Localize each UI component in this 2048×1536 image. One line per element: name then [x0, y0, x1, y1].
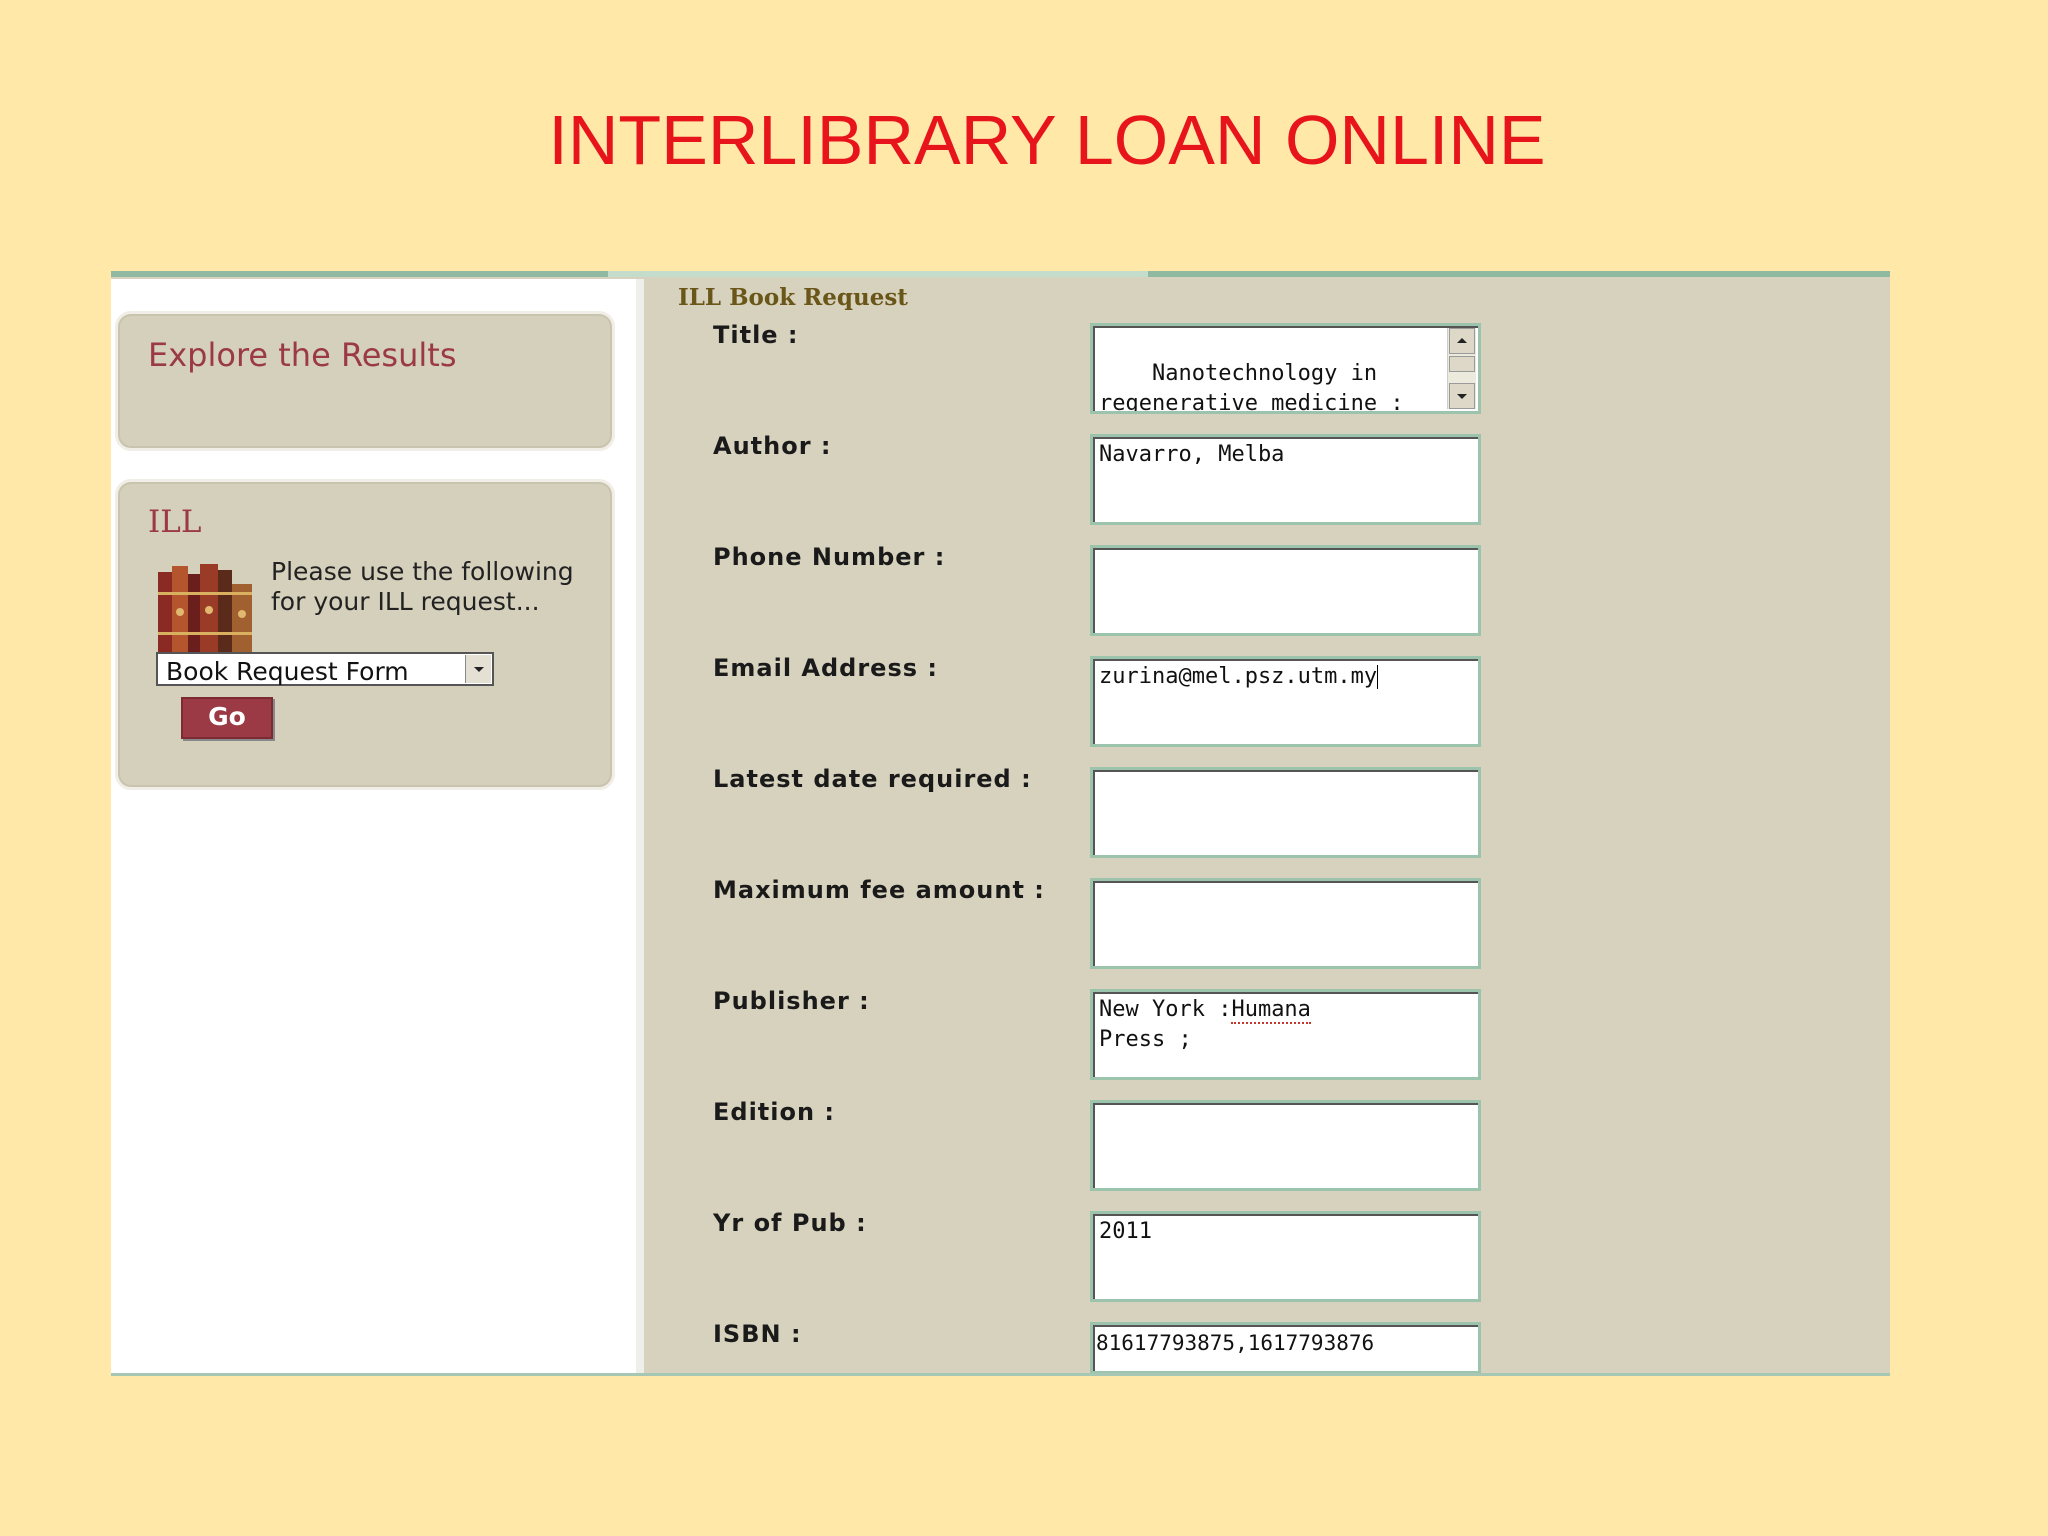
- explore-results-box: Explore the Results: [115, 311, 615, 451]
- form-heading: ILL Book Request: [678, 284, 908, 311]
- column-divider: [636, 279, 644, 1373]
- phone-label: Phone Number :: [713, 543, 946, 571]
- request-form-select[interactable]: Book Request Form: [156, 652, 494, 686]
- latest-date-label: Latest date required :: [713, 765, 1032, 793]
- email-field[interactable]: zurina@mel.psz.utm.my: [1090, 656, 1481, 747]
- scroll-thumb[interactable]: [1449, 356, 1475, 372]
- publisher-value-part2: Press ;: [1099, 1027, 1192, 1052]
- chevron-down-icon[interactable]: [465, 655, 491, 683]
- title-textarea[interactable]: Nanotechnology in regenerative medicine …: [1090, 323, 1481, 414]
- ill-request-window: Explore the Results ILL Please use the f…: [111, 271, 1890, 1376]
- author-label: Author :: [713, 432, 832, 460]
- publisher-value-part1: New York :: [1099, 997, 1232, 1022]
- isbn-field[interactable]: 81617793875,1617793876: [1090, 1322, 1481, 1374]
- edition-field[interactable]: [1090, 1100, 1481, 1191]
- ill-instructions: Please use the following for your ILL re…: [271, 557, 574, 616]
- top-border-left: [111, 271, 608, 277]
- top-border-middle: [608, 271, 1148, 277]
- ill-heading: ILL: [148, 504, 202, 540]
- email-label: Email Address :: [713, 654, 938, 682]
- author-field[interactable]: Navarro, Melba: [1090, 434, 1481, 525]
- year-label: Yr of Pub :: [713, 1209, 867, 1237]
- slide-title: INTERLIBRARY LOAN ONLINE: [548, 101, 1546, 179]
- edition-label: Edition :: [713, 1098, 836, 1126]
- latest-date-field[interactable]: [1090, 767, 1481, 858]
- scroll-down-icon[interactable]: [1449, 383, 1475, 409]
- bottom-border: [111, 1373, 1890, 1376]
- text-cursor: [1377, 665, 1379, 689]
- max-fee-label: Maximum fee amount :: [713, 876, 1045, 904]
- ill-box: ILL Please use the following for your IL…: [115, 479, 615, 790]
- scroll-up-icon[interactable]: [1449, 328, 1475, 354]
- title-scrollbar[interactable]: [1447, 328, 1476, 409]
- sidebar: Explore the Results ILL Please use the f…: [111, 279, 636, 1373]
- publisher-value-spellcheck: Humana: [1231, 997, 1311, 1024]
- max-fee-field[interactable]: [1090, 878, 1481, 969]
- books-icon: [158, 564, 252, 654]
- publisher-field[interactable]: New York :Humana Press ;: [1090, 989, 1481, 1080]
- title-label: Title :: [713, 321, 799, 349]
- phone-field[interactable]: [1090, 545, 1481, 636]
- request-form-select-value: Book Request Form: [166, 657, 409, 686]
- publisher-label: Publisher :: [713, 987, 870, 1015]
- go-button[interactable]: Go: [181, 697, 273, 739]
- top-border-right: [1148, 271, 1890, 277]
- explore-results-heading[interactable]: Explore the Results: [148, 336, 456, 374]
- year-field[interactable]: 2011: [1090, 1211, 1481, 1302]
- title-value: Nanotechnology in regenerative medicine …: [1099, 361, 1404, 414]
- email-value: zurina@mel.psz.utm.my: [1099, 664, 1378, 689]
- isbn-label: ISBN :: [713, 1320, 802, 1348]
